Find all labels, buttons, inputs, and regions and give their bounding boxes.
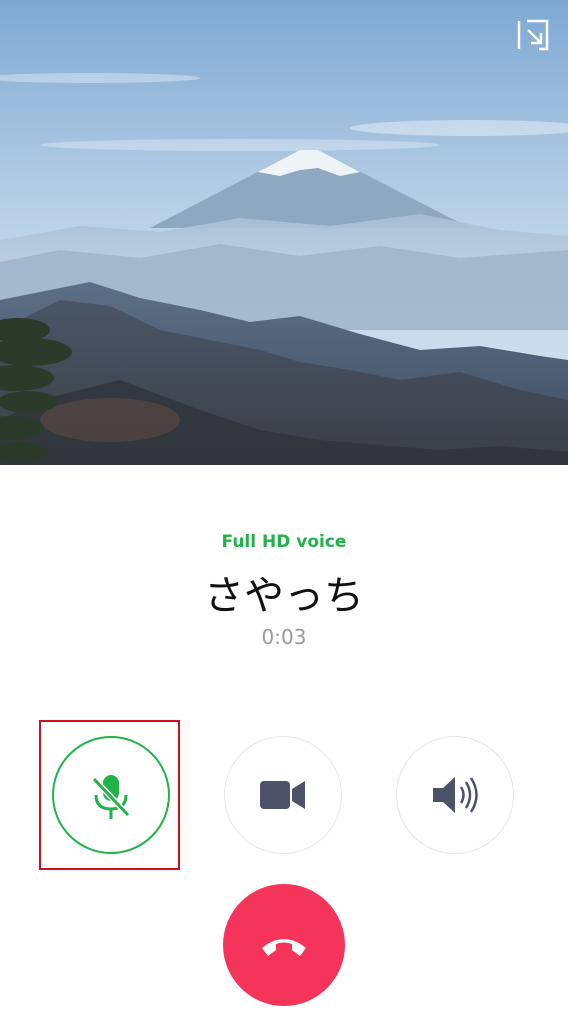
video-button[interactable] bbox=[224, 736, 342, 854]
mute-button[interactable] bbox=[52, 736, 170, 854]
minimize-arrow-icon bbox=[517, 19, 549, 51]
background-photo bbox=[0, 0, 568, 465]
call-quality-label: Full HD voice bbox=[221, 532, 347, 552]
speaker-icon bbox=[433, 777, 478, 813]
video-camera-icon bbox=[260, 781, 305, 809]
speaker-button[interactable] bbox=[396, 736, 514, 854]
mountain-landscape-image bbox=[0, 0, 568, 465]
caller-name: さやっち bbox=[204, 573, 364, 619]
phone-hangup-icon bbox=[262, 939, 306, 956]
microphone-muted-icon bbox=[91, 775, 131, 819]
minimize-button[interactable] bbox=[516, 18, 550, 52]
call-duration: 0:03 bbox=[261, 625, 307, 649]
end-call-button[interactable] bbox=[223, 884, 345, 1006]
